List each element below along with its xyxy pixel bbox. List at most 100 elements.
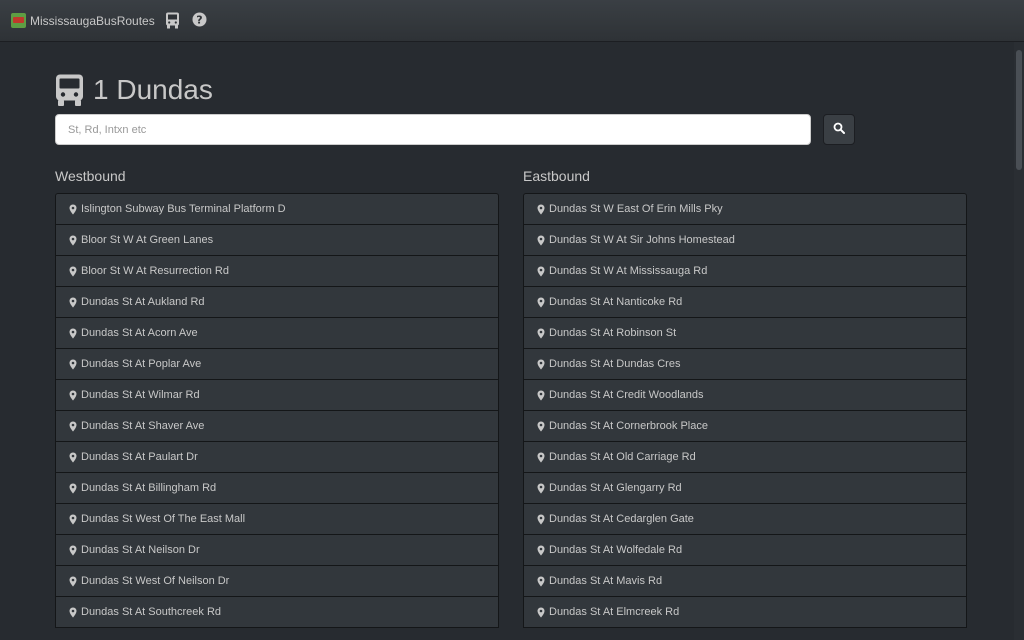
map-marker-icon <box>69 452 81 463</box>
brand-logo-icon <box>11 13 26 28</box>
stop-item[interactable]: Bloor St W At Resurrection Rd <box>55 255 499 287</box>
bus-icon[interactable] <box>165 12 180 34</box>
map-marker-icon <box>69 235 81 246</box>
stop-label: Dundas St At Glengarry Rd <box>549 482 682 494</box>
stop-label: Islington Subway Bus Terminal Platform D <box>81 203 286 215</box>
map-marker-icon <box>69 514 81 525</box>
map-marker-icon <box>537 204 549 215</box>
map-marker-icon <box>69 421 81 432</box>
stop-label: Dundas St At Southcreek Rd <box>81 606 222 618</box>
map-marker-icon <box>537 421 549 432</box>
map-marker-icon <box>69 545 81 556</box>
stop-item[interactable]: Dundas St West Of The East Mall <box>55 503 499 535</box>
map-marker-icon <box>537 235 549 246</box>
eastbound-stop-list: Dundas St W East Of Erin Mills Pky Dundas… <box>523 193 967 628</box>
stop-label: Dundas St At Paulart Dr <box>81 451 198 463</box>
stop-label: Dundas St At Old Carriage Rd <box>549 451 696 463</box>
page-header: 1 Dundas <box>55 73 213 107</box>
stop-label: Dundas St At Shaver Ave <box>81 420 205 432</box>
stop-label: Dundas St At Poplar Ave <box>81 358 202 370</box>
stop-item[interactable]: Dundas St At Acorn Ave <box>55 317 499 349</box>
stop-item[interactable]: Dundas St At Poplar Ave <box>55 348 499 380</box>
stop-label: Dundas St W At Sir Johns Homestead <box>549 234 735 246</box>
stop-label: Dundas St West Of Neilson Dr <box>81 575 230 587</box>
map-marker-icon <box>537 328 549 339</box>
map-marker-icon <box>537 514 549 525</box>
stop-item[interactable]: Bloor St W At Green Lanes <box>55 224 499 256</box>
stop-label: Dundas St At Nanticoke Rd <box>549 296 683 308</box>
stop-item[interactable]: Dundas St At Credit Woodlands <box>523 379 967 411</box>
map-marker-icon <box>69 576 81 587</box>
svg-text:?: ? <box>196 14 202 27</box>
stop-label: Dundas St At Neilson Dr <box>81 544 200 556</box>
stop-item[interactable]: Dundas St At Old Carriage Rd <box>523 441 967 473</box>
stop-item[interactable]: Dundas St At Neilson Dr <box>55 534 499 566</box>
stop-item[interactable]: Dundas St At Cedarglen Gate <box>523 503 967 535</box>
stop-label: Dundas St At Credit Woodlands <box>549 389 704 401</box>
stop-item[interactable]: Dundas St At Cornerbrook Place <box>523 410 967 442</box>
stop-item[interactable]: Dundas St At Shaver Ave <box>55 410 499 442</box>
stop-label: Dundas St W East Of Erin Mills Pky <box>549 203 723 215</box>
stop-label: Dundas St At Acorn Ave <box>81 327 198 339</box>
stop-item[interactable]: Dundas St At Robinson St <box>523 317 967 349</box>
map-marker-icon <box>69 359 81 370</box>
stop-label: Dundas St At Cedarglen Gate <box>549 513 694 525</box>
search-icon <box>833 121 845 139</box>
map-marker-icon <box>69 483 81 494</box>
westbound-column: Westbound Islington Subway Bus Terminal … <box>55 168 499 628</box>
map-marker-icon <box>537 297 549 308</box>
scrollbar-thumb[interactable] <box>1016 50 1022 170</box>
map-marker-icon <box>537 483 549 494</box>
map-marker-icon <box>69 390 81 401</box>
map-marker-icon <box>69 297 81 308</box>
stop-item[interactable]: Dundas St W At Mississauga Rd <box>523 255 967 287</box>
map-marker-icon <box>69 266 81 277</box>
stop-label: Dundas St At Dundas Cres <box>549 358 681 370</box>
westbound-stop-list: Islington Subway Bus Terminal Platform D… <box>55 193 499 628</box>
map-marker-icon <box>537 576 549 587</box>
navbar: MississaugaBusRoutes ? <box>0 0 1024 42</box>
stop-label: Dundas St At Mavis Rd <box>549 575 663 587</box>
stop-label: Dundas St At Wolfedale Rd <box>549 544 683 556</box>
map-marker-icon <box>537 607 549 618</box>
stop-item[interactable]: Dundas St West Of Neilson Dr <box>55 565 499 597</box>
stop-label: Bloor St W At Resurrection Rd <box>81 265 229 277</box>
search-input[interactable] <box>55 114 811 145</box>
stop-item[interactable]: Dundas St At Dundas Cres <box>523 348 967 380</box>
map-marker-icon <box>69 204 81 215</box>
help-icon[interactable]: ? <box>192 12 207 32</box>
stop-label: Dundas St W At Mississauga Rd <box>549 265 708 277</box>
stop-label: Dundas St At Aukland Rd <box>81 296 205 308</box>
stop-item[interactable]: Dundas St W At Sir Johns Homestead <box>523 224 967 256</box>
stop-item[interactable]: Dundas St At Paulart Dr <box>55 441 499 473</box>
eastbound-heading: Eastbound <box>523 168 590 184</box>
search-button[interactable] <box>823 114 855 145</box>
stop-item[interactable]: Dundas St At Glengarry Rd <box>523 472 967 504</box>
stop-label: Dundas St At Billingham Rd <box>81 482 217 494</box>
stop-label: Bloor St W At Green Lanes <box>81 234 214 246</box>
stop-label: Dundas St At Robinson St <box>549 327 677 339</box>
page-title: 1 Dundas <box>93 74 213 105</box>
stop-item[interactable]: Dundas St At Southcreek Rd <box>55 596 499 628</box>
stop-label: Dundas St At Wilmar Rd <box>81 389 200 401</box>
scrollbar[interactable] <box>1014 42 1024 640</box>
stop-item[interactable]: Dundas St At Billingham Rd <box>55 472 499 504</box>
stop-item[interactable]: Dundas St At Aukland Rd <box>55 286 499 318</box>
stop-item[interactable]: Dundas St At Wilmar Rd <box>55 379 499 411</box>
westbound-heading: Westbound <box>55 168 126 184</box>
map-marker-icon <box>537 545 549 556</box>
brand-link[interactable]: MississaugaBusRoutes <box>11 13 155 28</box>
stop-item[interactable]: Dundas St W East Of Erin Mills Pky <box>523 193 967 225</box>
stop-item[interactable]: Dundas St At Nanticoke Rd <box>523 286 967 318</box>
eastbound-column: Eastbound Dundas St W East Of Erin Mills… <box>523 168 967 628</box>
map-marker-icon <box>537 359 549 370</box>
stop-item[interactable]: Islington Subway Bus Terminal Platform D <box>55 193 499 225</box>
stop-item[interactable]: Dundas St At Mavis Rd <box>523 565 967 597</box>
stop-item[interactable]: Dundas St At Wolfedale Rd <box>523 534 967 566</box>
stop-item[interactable]: Dundas St At Elmcreek Rd <box>523 596 967 628</box>
stop-label: Dundas St West Of The East Mall <box>81 513 246 525</box>
map-marker-icon <box>537 390 549 401</box>
map-marker-icon <box>537 452 549 463</box>
brand-name: MississaugaBusRoutes <box>30 13 155 28</box>
map-marker-icon <box>69 607 81 618</box>
